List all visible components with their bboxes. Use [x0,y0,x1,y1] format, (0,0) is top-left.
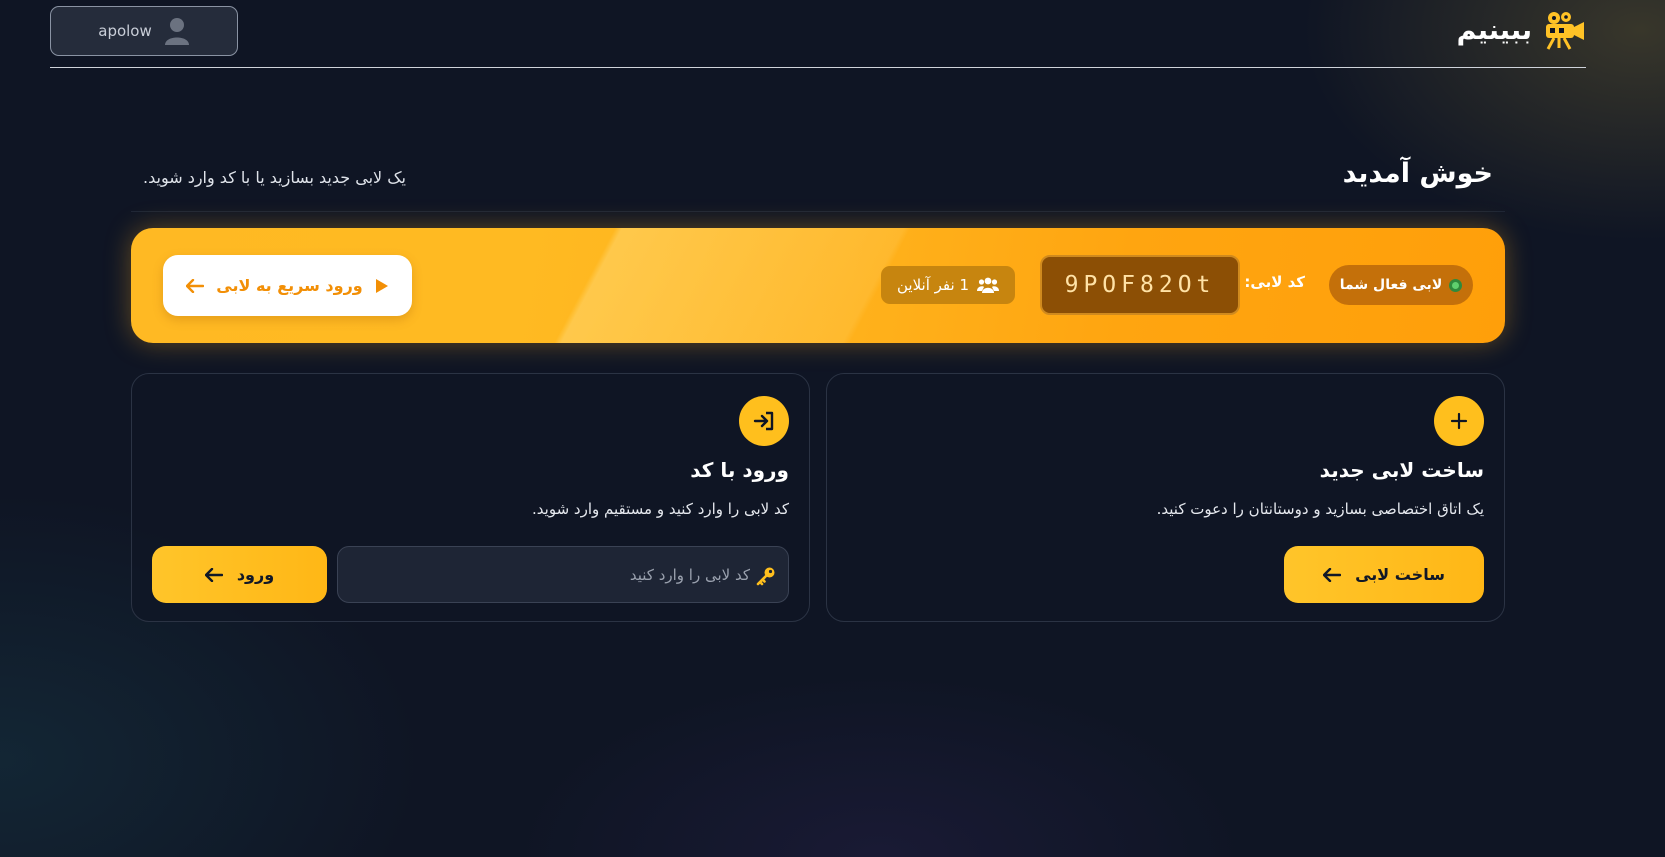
active-lobby-label: لابی فعال شما [1339,277,1443,293]
page-subtitle: یک لابی جدید بسازید یا با کد وارد شوید. [143,168,406,187]
brand[interactable]: ببینیم [1457,10,1586,50]
lobby-code-field [337,546,789,603]
join-lobby-description: کد لابی را وارد کنید و مستقیم وارد شوید. [532,500,789,518]
create-lobby-card: ساخت لابی جدید یک اتاق اختصاصی بسازید و … [826,373,1505,622]
active-lobby-badge: لابی فعال شما [1329,265,1473,305]
lobby-code-display[interactable]: 9POF82Ot [1040,255,1240,315]
user-avatar-icon [164,18,189,45]
join-lobby-button-label: ورود [236,565,275,584]
arrow-left-icon [204,567,223,582]
create-lobby-button-label: ساخت لابی [1355,565,1445,584]
quick-join-button[interactable]: ورود سریع به لابی [163,255,412,316]
page-title: خوش آمدید [1342,158,1493,189]
plus-icon [1434,396,1484,446]
brand-name: ببینیم [1456,14,1532,46]
arrow-left-icon [1323,567,1342,582]
user-menu-button[interactable]: apolow [50,6,238,56]
create-lobby-description: یک اتاق اختصاصی بسازید و دوستانتان را دع… [1156,500,1484,518]
top-bar: ببینیم apolow [50,0,1586,68]
create-lobby-button[interactable]: ساخت لابی [1284,546,1484,603]
quick-join-label: ورود سریع به لابی [216,276,363,295]
welcome-section: خوش آمدید یک لابی جدید بسازید یا با کد و… [131,150,1505,212]
arrow-left-icon [186,278,205,293]
banner-decoration [471,228,1131,343]
users-icon [977,277,1000,293]
online-count-badge: 1 نفر آنلاین [881,266,1015,304]
user-name: apolow [98,22,152,40]
play-icon [375,278,388,293]
lobby-code-input[interactable] [350,547,750,602]
join-lobby-button[interactable]: ورود [152,546,327,603]
lobby-code-label: کد لابی: [1244,273,1305,291]
status-dot-icon [1449,278,1463,292]
active-lobby-banner: لابی فعال شما کد لابی: 9POF82Ot 1 نفر آن… [131,228,1505,343]
join-lobby-title: ورود با کد [690,458,789,482]
projector-camera-icon [1546,12,1584,50]
sign-in-icon [739,396,789,446]
join-lobby-card: ورود با کد کد لابی را وارد کنید و مستقیم… [131,373,810,622]
online-count-label: 1 نفر آنلاین [897,276,970,294]
create-lobby-title: ساخت لابی جدید [1319,458,1484,482]
key-icon [756,567,775,586]
